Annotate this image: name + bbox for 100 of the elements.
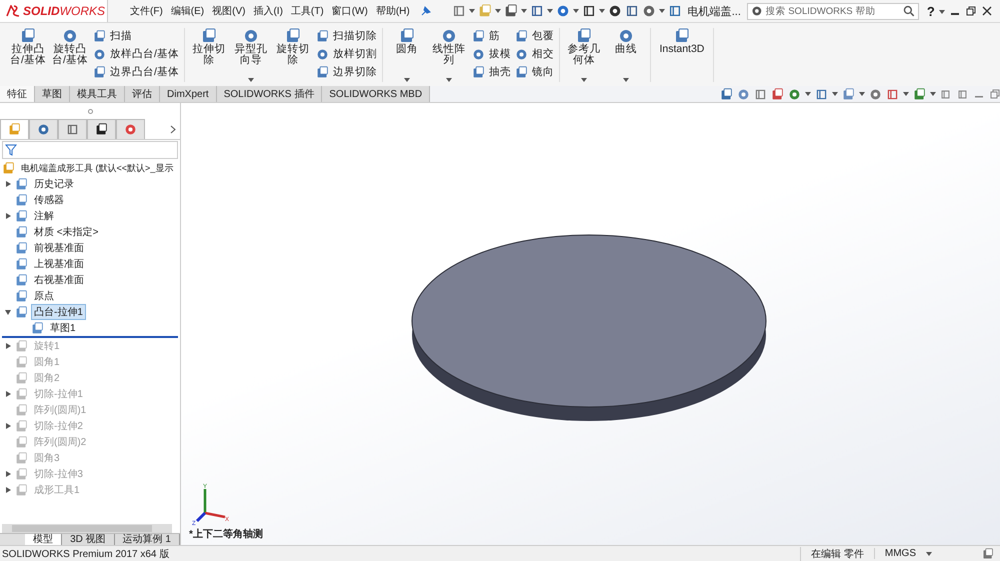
ribbon-button[interactable]: 扫描	[93, 28, 179, 44]
expand-arrow-icon[interactable]	[6, 391, 10, 397]
expand-arrow-icon[interactable]	[6, 213, 10, 219]
panel-handle-icon[interactable]	[88, 108, 92, 114]
dropdown-caret-icon[interactable]	[520, 9, 527, 13]
dropdown-caret-icon[interactable]	[622, 78, 629, 82]
menu-item[interactable]: 编辑(E)	[170, 4, 204, 18]
ribbon-tab[interactable]: 特征	[0, 86, 35, 102]
ribbon-tab[interactable]: DimXpert	[160, 86, 217, 102]
ribbon-button[interactable]: 包覆	[514, 28, 554, 44]
menu-item[interactable]: 窗口(W)	[332, 4, 368, 18]
search-icon[interactable]	[903, 5, 915, 17]
ribbon-tab[interactable]: SOLIDWORKS 插件	[216, 86, 322, 102]
app-logo: SOLIDWORKS	[0, 0, 108, 22]
expand-arrow-icon[interactable]	[6, 471, 10, 477]
ribbon-button[interactable]: 边界凸台/基体	[93, 64, 179, 80]
menu-item[interactable]: 视图(V)	[212, 4, 246, 18]
restore-icon[interactable]	[966, 6, 976, 16]
dropdown-caret-icon[interactable]	[248, 78, 254, 82]
tree-item[interactable]: 历史记录	[31, 176, 77, 192]
menu-item[interactable]: 文件(F)	[130, 4, 163, 18]
ribbon-tab[interactable]: SOLIDWORKS MBD	[322, 86, 430, 102]
ribbon-button[interactable]: Instant3D	[656, 28, 708, 82]
help-button[interactable]: ?	[926, 4, 935, 18]
dropdown-caret-icon[interactable]	[572, 9, 579, 13]
dropdown-caret-icon[interactable]	[580, 78, 587, 82]
expand-arrow-icon[interactable]	[6, 487, 10, 493]
dropdown-caret-icon[interactable]	[658, 9, 665, 13]
dropdown-caret-icon[interactable]	[938, 10, 945, 14]
model-tab[interactable]: 3D 视图	[62, 534, 115, 545]
feature-icon	[15, 388, 28, 400]
feature-icon	[316, 66, 329, 78]
collapse-arrow-icon[interactable]	[5, 310, 11, 314]
ribbon-button[interactable]: 旋转切除	[274, 28, 312, 82]
close-icon[interactable]	[982, 6, 992, 16]
ribbon-button[interactable]: 抽壳	[472, 64, 511, 80]
ribbon-button[interactable]: 边界切除	[316, 64, 377, 80]
ribbon-button[interactable]: 拉伸凸台/基体	[9, 28, 47, 82]
ribbon-button[interactable]: 相交	[514, 46, 554, 62]
tree-root[interactable]: 电机端盖成形工具 (默认<<默认>_显示	[18, 160, 176, 176]
ribbon-tab[interactable]: 草图	[35, 86, 70, 102]
dropdown-caret-icon[interactable]	[468, 9, 475, 13]
ribbon-button[interactable]: 异型孔向导	[232, 28, 270, 82]
model-tab[interactable]: 运动算例 1	[114, 534, 180, 545]
dropdown-caret-icon[interactable]	[926, 552, 932, 556]
ribbon-button[interactable]: 拔模	[472, 46, 511, 62]
feature-icon	[15, 356, 28, 368]
ribbon-button[interactable]: 曲线	[606, 28, 645, 82]
dropdown-caret-icon[interactable]	[494, 9, 501, 13]
ribbon-tab[interactable]: 评估	[125, 86, 160, 102]
dropdown-caret-icon[interactable]	[598, 9, 605, 13]
ribbon-button[interactable]: 放样切割	[316, 46, 377, 62]
scrollbar[interactable]	[2, 524, 172, 533]
filter-icon[interactable]	[5, 144, 17, 156]
tree-item[interactable]: 上视基准面	[31, 256, 87, 272]
ribbon-tab[interactable]: 模具工具	[70, 86, 125, 102]
tree-item[interactable]: 右视基准面	[31, 272, 87, 288]
ribbon-button[interactable]: 放样凸台/基体	[93, 46, 179, 62]
feature-icon	[15, 420, 28, 432]
dropdown-caret-icon[interactable]	[859, 92, 866, 96]
status-text: SOLIDWORKS Premium 2017 x64 版	[2, 548, 170, 560]
menu-item[interactable]: 工具(T)	[290, 4, 324, 18]
tree-item[interactable]: 注解	[31, 208, 57, 224]
feature-icon	[576, 28, 592, 44]
units-selector[interactable]: MMGS	[874, 548, 926, 559]
feature-icon	[15, 290, 28, 302]
dropdown-caret-icon[interactable]	[446, 78, 452, 82]
expand-arrow-icon[interactable]	[6, 181, 10, 187]
feature-icon	[316, 30, 329, 42]
tree-item[interactable]: 凸台-拉伸1	[31, 304, 86, 320]
ribbon-button[interactable]: 镜向	[514, 64, 554, 80]
ribbon-button[interactable]: 线性阵列	[430, 28, 468, 82]
menu-item[interactable]: 插入(I)	[253, 4, 283, 18]
ribbon-button[interactable]: 旋转凸台/基体	[51, 28, 89, 82]
dropdown-caret-icon[interactable]	[404, 78, 410, 82]
search-field[interactable]: 搜索 SOLIDWORKS 帮助	[746, 2, 919, 20]
ribbon-button[interactable]: 扫描切除	[316, 28, 377, 44]
feature-icon	[472, 48, 485, 60]
tree-item[interactable]: 草图1	[47, 320, 79, 336]
tree-item[interactable]: 材质 <未指定>	[31, 224, 102, 240]
dropdown-caret-icon[interactable]	[805, 92, 812, 96]
chevron-right-icon[interactable]	[170, 124, 176, 134]
ribbon-button[interactable]: 筋	[472, 28, 511, 44]
pin-icon[interactable]	[420, 5, 432, 17]
expand-arrow-icon[interactable]	[6, 343, 10, 349]
tree-item[interactable]: 前视基准面	[31, 240, 87, 256]
ribbon-button[interactable]: 参考几何体	[564, 28, 603, 82]
document-title: 电机端盖...	[688, 4, 741, 18]
model-tab[interactable]: 模型	[25, 534, 62, 545]
expand-arrow-icon[interactable]	[6, 423, 10, 429]
ribbon-button[interactable]: 圆角	[388, 28, 426, 82]
dropdown-caret-icon[interactable]	[903, 92, 910, 96]
dropdown-caret-icon[interactable]	[546, 9, 553, 13]
panel-tab[interactable]	[87, 119, 116, 139]
dropdown-caret-icon[interactable]	[832, 92, 838, 96]
menu-item[interactable]: 帮助(H)	[376, 4, 410, 18]
ribbon-button[interactable]: 拉伸切除	[190, 28, 228, 82]
dropdown-caret-icon[interactable]	[930, 92, 936, 96]
tree-item[interactable]: 传感器	[31, 192, 67, 208]
tree-item[interactable]: 原点	[31, 288, 57, 304]
